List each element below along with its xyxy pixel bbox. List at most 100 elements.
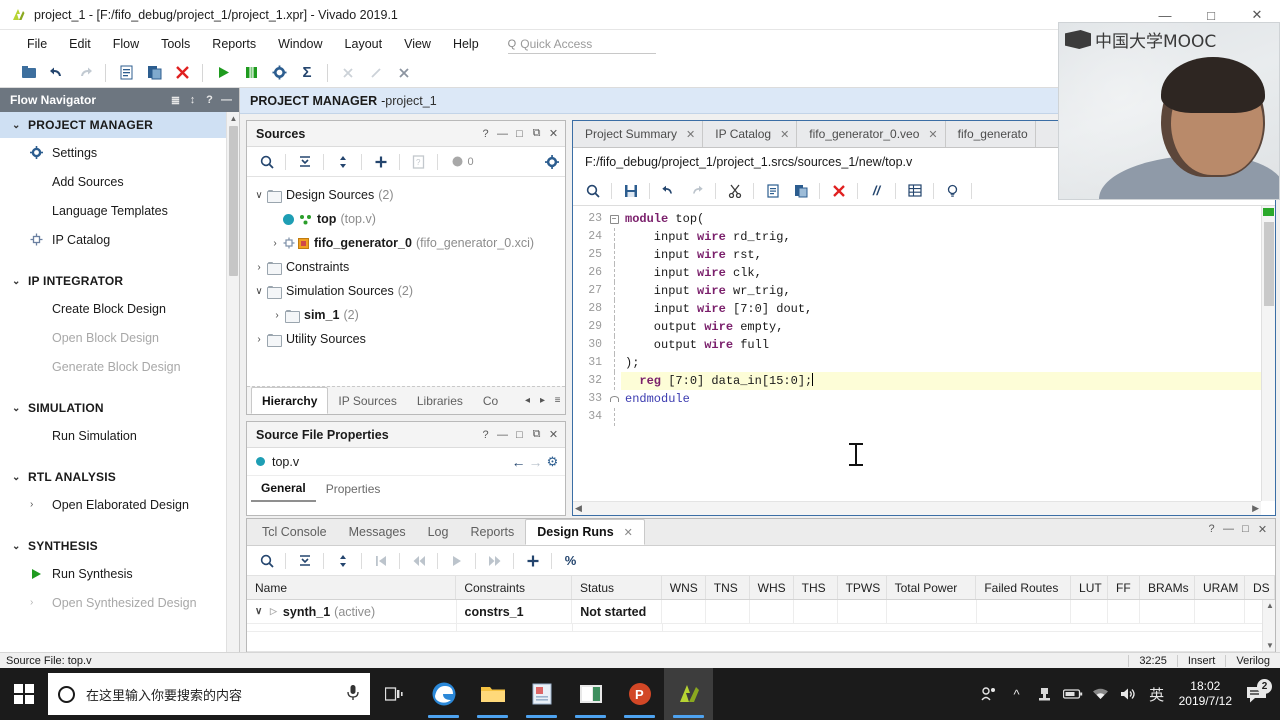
battery-icon[interactable]	[1059, 688, 1087, 700]
notification-icon[interactable]: 2	[1240, 678, 1274, 704]
marker-c-icon[interactable]	[391, 61, 417, 85]
scrollbar-thumb[interactable]	[229, 126, 238, 276]
tab-menu-icon[interactable]: ≡	[550, 387, 565, 414]
copy-icon[interactable]	[113, 61, 139, 85]
sum-icon[interactable]: Σ	[294, 61, 320, 85]
sidebar-item-run-synthesis[interactable]: Run Synthesis	[0, 559, 239, 588]
column-header-total-power[interactable]: Total Power	[887, 576, 977, 599]
microphone-icon[interactable]	[346, 684, 360, 705]
sidebar-item-create-block-design[interactable]: Create Block Design	[0, 294, 239, 323]
close-icon[interactable]: ✕	[686, 128, 695, 141]
tab-messages[interactable]: Messages	[338, 519, 417, 545]
collapse-all-icon[interactable]	[291, 150, 318, 174]
menu-layout[interactable]: Layout	[334, 34, 394, 54]
column-header-name[interactable]: Name	[247, 576, 457, 599]
minimize-icon[interactable]: —	[494, 429, 511, 441]
taskbar-clock[interactable]: 18:02 2019/7/12	[1179, 679, 1232, 709]
tab-ip-sources[interactable]: IP Sources	[328, 387, 406, 414]
close-icon[interactable]: ✕	[545, 127, 562, 140]
file-explorer-icon[interactable]	[468, 668, 517, 720]
flow-section-synthesis[interactable]: ⌄ SYNTHESIS	[0, 533, 239, 559]
close-icon[interactable]: ✕	[780, 128, 789, 141]
flow-section-ip-integrator[interactable]: ⌄ IP INTEGRATOR	[0, 268, 239, 294]
maximize-icon[interactable]: □	[511, 429, 528, 441]
copy-icon[interactable]	[759, 179, 786, 203]
flow-section-rtl-analysis[interactable]: ⌄ RTL ANALYSIS	[0, 464, 239, 490]
flow-section-project-manager[interactable]: ⌄ PROJECT MANAGER	[0, 112, 239, 138]
delete-icon[interactable]	[169, 61, 195, 85]
start-button[interactable]	[0, 668, 48, 720]
minimize-icon[interactable]: —	[1220, 523, 1237, 536]
show-hidden-icons-icon[interactable]: ^	[1003, 687, 1031, 702]
chevron-right-icon[interactable]: ›	[251, 334, 267, 345]
help-icon[interactable]: ?	[1203, 523, 1220, 536]
settings-gear-icon[interactable]	[266, 61, 292, 85]
tab-design-runs[interactable]: Design Runs ✕	[525, 519, 645, 545]
tree-item-constraints[interactable]: › Constraints	[247, 255, 565, 279]
media-app-icon[interactable]	[566, 668, 615, 720]
table-icon[interactable]	[901, 179, 928, 203]
chevron-down-icon[interactable]: ∨	[255, 606, 270, 617]
powerpoint-icon[interactable]: P	[615, 668, 664, 720]
document-app-icon[interactable]	[517, 668, 566, 720]
tree-item-top[interactable]: top (top.v)	[247, 207, 565, 231]
percent-icon[interactable]: %	[557, 549, 584, 573]
tab-general[interactable]: General	[251, 476, 316, 502]
tab-log[interactable]: Log	[417, 519, 460, 545]
close-icon[interactable]: ✕	[624, 526, 633, 539]
close-icon[interactable]: ✕	[1254, 523, 1271, 536]
tree-item-fifo-generator-0[interactable]: › fifo_generator_0 (fifo_generator_0.xci…	[247, 231, 565, 255]
sidebar-item-settings[interactable]: Settings	[0, 138, 239, 167]
menu-help[interactable]: Help	[442, 34, 490, 54]
column-header-lut[interactable]: LUT	[1071, 576, 1109, 599]
tab-tcl-console[interactable]: Tcl Console	[251, 519, 338, 545]
editor-tab-fifo-generator-partial[interactable]: fifo_generato	[946, 121, 1036, 147]
table-row[interactable]: ∨ ▷ synth_1 (active) constrs_1 Not start…	[247, 600, 1275, 624]
wifi-icon[interactable]	[1087, 687, 1115, 701]
add-sources-icon[interactable]	[367, 150, 394, 174]
float-icon[interactable]: ⧉	[528, 127, 545, 140]
tree-item-design-sources[interactable]: ∨ Design Sources (2)	[247, 183, 565, 207]
table-row-partial[interactable]	[247, 624, 1275, 632]
column-header-status[interactable]: Status	[572, 576, 662, 599]
column-header-ds[interactable]: DS	[1245, 576, 1275, 599]
minimize-icon[interactable]: —	[494, 128, 511, 140]
sidebar-item-ip-catalog[interactable]: IP Catalog	[0, 225, 239, 254]
save-icon[interactable]	[617, 179, 644, 203]
cut-icon[interactable]	[721, 179, 748, 203]
scroll-up-icon[interactable]: ▲	[227, 112, 239, 126]
hint-bulb-icon[interactable]	[939, 179, 966, 203]
menu-edit[interactable]: Edit	[58, 34, 102, 54]
help-icon[interactable]: ?	[201, 94, 218, 106]
minimize-icon[interactable]: —	[218, 94, 235, 106]
editor-tab-fifo-generator-veo[interactable]: fifo_generator_0.veo ✕	[797, 121, 946, 147]
menu-flow[interactable]: Flow	[102, 34, 150, 54]
run-name-cell[interactable]: ∨ ▷ synth_1 (active)	[247, 600, 457, 623]
tab-hierarchy[interactable]: Hierarchy	[251, 387, 329, 414]
fold-end[interactable]	[607, 390, 621, 408]
settings-gear-icon[interactable]: ⚙	[544, 454, 561, 470]
menu-file[interactable]: File	[16, 34, 58, 54]
flow-section-simulation[interactable]: ⌄ SIMULATION	[0, 395, 239, 421]
menu-reports[interactable]: Reports	[201, 34, 267, 54]
menu-tools[interactable]: Tools	[150, 34, 201, 54]
tree-item-utility-sources[interactable]: › Utility Sources	[247, 327, 565, 351]
fold-end-icon[interactable]	[609, 396, 619, 402]
scroll-down-icon[interactable]: ▼	[1266, 641, 1274, 650]
tree-item-simulation-sources[interactable]: ∨ Simulation Sources (2)	[247, 279, 565, 303]
collapse-all-icon[interactable]: ≣	[167, 94, 184, 107]
run-play-icon[interactable]: ▷	[270, 606, 277, 617]
quick-access-search[interactable]: Q Quick Access	[507, 34, 656, 54]
sidebar-item-language-templates[interactable]: Language Templates	[0, 196, 239, 225]
undo-icon[interactable]	[44, 61, 70, 85]
sidebar-item-run-simulation[interactable]: Run Simulation	[0, 421, 239, 450]
editor-vertical-scrollbar[interactable]	[1261, 206, 1275, 501]
column-header-ff[interactable]: FF	[1108, 576, 1140, 599]
column-header-wns[interactable]: WNS	[662, 576, 706, 599]
task-view-icon[interactable]	[370, 668, 419, 720]
code-area[interactable]: 23 24 25 26 27 28 29 30 31 32 33 34 − mo…	[573, 206, 1275, 515]
design-runs-vertical-scrollbar[interactable]: ▲ ▼	[1262, 600, 1275, 651]
volume-icon[interactable]	[1115, 687, 1143, 701]
chevron-down-icon[interactable]: ∨	[251, 286, 267, 297]
search-icon[interactable]	[579, 179, 606, 203]
